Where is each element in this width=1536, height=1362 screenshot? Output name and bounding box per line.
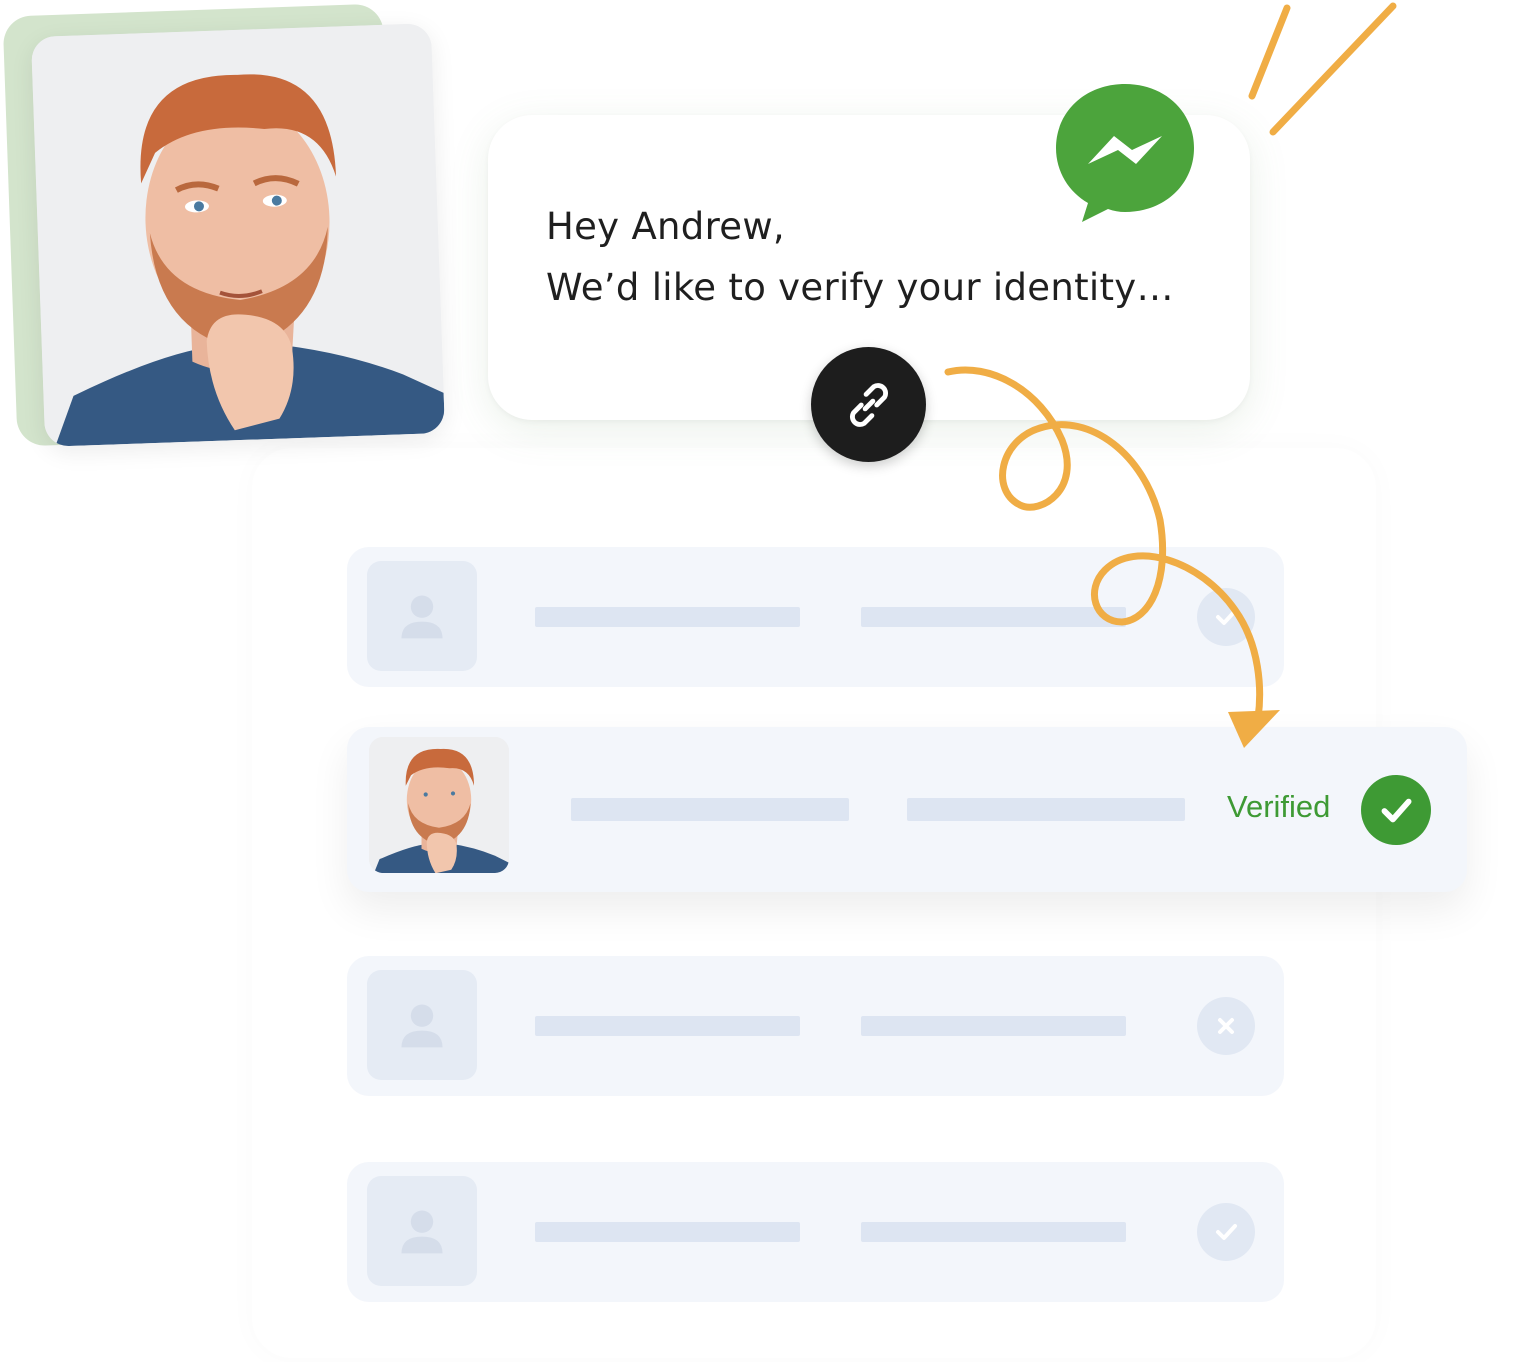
placeholder-bar [861,607,1126,627]
placeholder-bar [535,1222,800,1242]
user-placeholder-avatar [367,1176,477,1286]
list-item[interactable] [347,956,1284,1096]
user-placeholder-avatar [367,970,477,1080]
user-icon [401,595,443,639]
check-icon [1197,588,1255,646]
man-portrait-illustration [369,737,509,873]
list-item[interactable] [347,1162,1284,1302]
list-item[interactable] [347,547,1284,687]
placeholder-bar [535,1016,800,1036]
link-button[interactable] [811,347,926,462]
messenger-icon [1052,80,1198,226]
user-photo [369,737,509,873]
placeholder-bar [861,1222,1126,1242]
user-icon [401,1004,443,1048]
close-icon [1197,997,1255,1055]
placeholder-bar [571,798,849,821]
user-placeholder-avatar [367,561,477,671]
list-item-verified[interactable]: Verified [347,727,1467,892]
placeholder-bar [861,1016,1126,1036]
check-icon [1197,1203,1255,1261]
link-icon [849,382,888,427]
profile-photo [30,23,446,447]
verified-label: Verified [1227,789,1331,824]
user-icon [401,1210,443,1254]
placeholder-bar [535,607,800,627]
message-body: We’d like to verify your identity… [546,266,1174,309]
check-icon [1361,775,1431,845]
man-portrait-illustration [30,23,446,447]
placeholder-bar [907,798,1185,821]
